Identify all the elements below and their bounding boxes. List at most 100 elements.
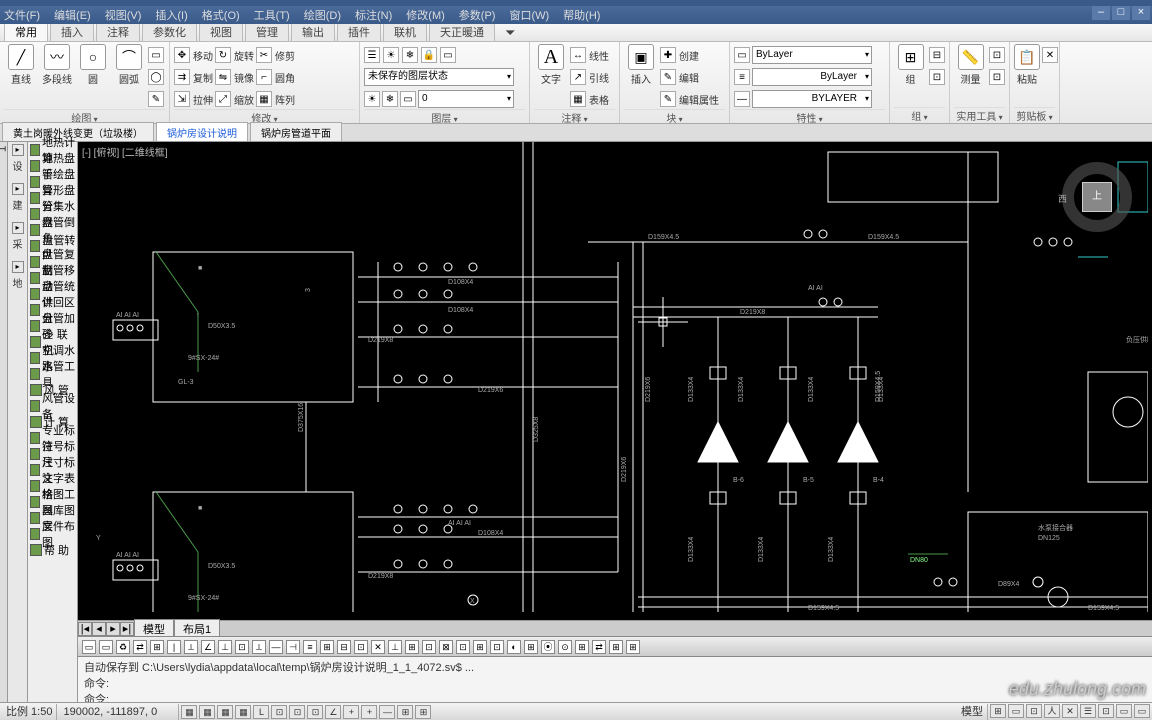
status-r-2[interactable]: ▭ <box>1008 704 1024 718</box>
status-btn-6[interactable]: ⊡ <box>289 705 305 719</box>
cmd-text[interactable]: A文字 <box>534 44 568 86</box>
btool-27[interactable]: ⦿ <box>541 640 555 654</box>
menu-file[interactable]: 文件(F) <box>4 7 40 23</box>
status-btn-5[interactable]: ⊡ <box>271 705 287 719</box>
btool-4[interactable]: ⊞ <box>150 640 164 654</box>
tab-insert[interactable]: 插入 <box>50 21 94 41</box>
lineweight-combo[interactable]: ByLayer <box>752 68 872 86</box>
btool-29[interactable]: ⊞ <box>575 640 589 654</box>
layer-state-combo[interactable]: 未保存的图层状态 <box>364 68 514 86</box>
menu-tools[interactable]: 工具(T) <box>254 7 290 23</box>
side-item-14[interactable]: 水管工具 <box>28 366 77 382</box>
cmd-block-create[interactable]: ✚创建 <box>660 45 719 65</box>
status-btn-3[interactable]: ▦ <box>235 705 251 719</box>
cmd-rect[interactable]: ▭ <box>148 45 164 65</box>
cmd-ellipse[interactable]: ◯ <box>148 67 164 87</box>
btool-7[interactable]: ∠ <box>201 640 215 654</box>
menu-help[interactable]: 帮助(H) <box>563 7 600 23</box>
btool-20[interactable]: ⊡ <box>422 640 436 654</box>
window-max[interactable]: □ <box>1112 6 1130 20</box>
btool-21[interactable]: ⊠ <box>439 640 453 654</box>
cmd-scale[interactable]: ⤢缩放 <box>215 89 254 109</box>
panel-title-block[interactable]: 块 <box>624 109 725 125</box>
btool-14[interactable]: ⊞ <box>320 640 334 654</box>
btool-13[interactable]: ≡ <box>303 640 317 654</box>
status-btn-13[interactable]: ⊞ <box>415 705 431 719</box>
doc-tab-2[interactable]: 锅炉房管道平面 <box>250 122 342 141</box>
expand-1[interactable]: ▸ <box>12 183 24 195</box>
btool-9[interactable]: ⊡ <box>235 640 249 654</box>
tab-manage[interactable]: 管理 <box>245 21 289 41</box>
cmd-circle[interactable]: ○圆 <box>76 44 110 86</box>
drawing-canvas[interactable]: ■ AI AI AI ↑ D50X3.5 9#SX-24# GL-3 ■ Y A… <box>78 142 1152 620</box>
status-btn-10[interactable]: + <box>361 705 377 719</box>
layer-current-combo[interactable]: 0 <box>418 90 514 108</box>
status-scale[interactable]: 比例 1:50 <box>2 704 57 720</box>
btool-0[interactable]: ▭ <box>82 640 96 654</box>
side-item-25[interactable]: 帮 助 <box>28 542 77 558</box>
expand-0[interactable]: ▸ <box>12 144 24 156</box>
panel-title-clip[interactable]: 剪贴板 <box>1014 107 1055 123</box>
cmd-fillet[interactable]: ⌐圆角 <box>256 67 295 87</box>
status-btn-0[interactable]: ▦ <box>181 705 197 719</box>
cmd-move[interactable]: ✥移动 <box>174 45 213 65</box>
btool-5[interactable]: | <box>167 640 181 654</box>
status-btn-7[interactable]: ⊡ <box>307 705 323 719</box>
layout-first[interactable]: |◂ <box>78 622 92 636</box>
btool-17[interactable]: ✕ <box>371 640 385 654</box>
btool-8[interactable]: ⊥ <box>218 640 232 654</box>
cmd-paste[interactable]: 📋粘贴 <box>1014 44 1040 86</box>
status-btn-11[interactable]: — <box>379 705 395 719</box>
side-item-16[interactable]: 风管设备 <box>28 398 77 414</box>
menu-window[interactable]: 窗口(W) <box>509 7 549 23</box>
command-input[interactable] <box>112 694 512 702</box>
btool-15[interactable]: ⊟ <box>337 640 351 654</box>
cmd-arc[interactable]: ⌒圆弧 <box>112 44 146 86</box>
btool-12[interactable]: ⊣ <box>286 640 300 654</box>
status-r-5[interactable]: ✕ <box>1062 704 1078 718</box>
cmd-line[interactable]: ╱直线 <box>4 44 38 86</box>
doc-tab-1[interactable]: 锅炉房设计说明 <box>156 122 248 141</box>
side-item-24[interactable]: 文件布图 <box>28 526 77 542</box>
tab-home[interactable]: 常用 <box>4 21 48 41</box>
cmd-polyline[interactable]: 〰多段线 <box>40 44 74 86</box>
status-r-0[interactable]: 模型 <box>957 704 988 720</box>
panel-title-annot[interactable]: 注释 <box>534 109 615 125</box>
menu-draw[interactable]: 绘图(D) <box>304 7 341 23</box>
status-btn-8[interactable]: ∠ <box>325 705 341 719</box>
linetype-combo[interactable]: BYLAYER <box>752 90 872 108</box>
panel-title-util[interactable]: 实用工具 <box>954 107 1005 123</box>
status-r-6[interactable]: ☰ <box>1080 704 1096 718</box>
btool-22[interactable]: ⊡ <box>456 640 470 654</box>
menu-edit[interactable]: 编辑(E) <box>54 7 91 23</box>
window-min[interactable]: ‒ <box>1092 6 1110 20</box>
layer-icons[interactable]: ☰ ☀ ❄ 🔒 ▭ <box>364 45 525 65</box>
viewport-label[interactable]: [-] [俯视] [二维线框] <box>82 144 168 159</box>
tab-output[interactable]: 输出 <box>291 21 335 41</box>
status-r-7[interactable]: ⊡ <box>1098 704 1114 718</box>
cmd-array[interactable]: ▦阵列 <box>256 89 295 109</box>
cmd-stretch[interactable]: ⇲拉伸 <box>174 89 213 109</box>
cmd-rotate[interactable]: ↻旋转 <box>215 45 254 65</box>
btool-28[interactable]: ⊙ <box>558 640 572 654</box>
btool-31[interactable]: ⊞ <box>609 640 623 654</box>
btool-32[interactable]: ⊞ <box>626 640 640 654</box>
status-btn-2[interactable]: ▦ <box>217 705 233 719</box>
btool-1[interactable]: ▭ <box>99 640 113 654</box>
window-close[interactable]: × <box>1132 6 1150 20</box>
command-window[interactable]: 自动保存到 C:\Users\lydia\appdata\local\temp\… <box>78 656 1152 702</box>
cmd-table[interactable]: ▦表格 <box>570 89 609 109</box>
cmd-block-attr[interactable]: ✎编辑属性 <box>660 89 719 109</box>
cmd-mirror[interactable]: ⇋镜像 <box>215 67 254 87</box>
expand-3[interactable]: ▸ <box>12 261 24 273</box>
btool-11[interactable]: — <box>269 640 283 654</box>
cmd-group[interactable]: ⊞组 <box>894 44 927 86</box>
layout-prev[interactable]: ◂ <box>92 622 106 636</box>
layout-last[interactable]: ▸| <box>120 622 134 636</box>
btool-3[interactable]: ⇄ <box>133 640 147 654</box>
tab-online[interactable]: 联机 <box>383 21 427 41</box>
menu-param[interactable]: 参数(P) <box>459 7 496 23</box>
nav-cube[interactable]: 上 西 <box>1062 162 1132 232</box>
tab-plugin[interactable]: 插件 <box>337 21 381 41</box>
btool-2[interactable]: ♻ <box>116 640 130 654</box>
